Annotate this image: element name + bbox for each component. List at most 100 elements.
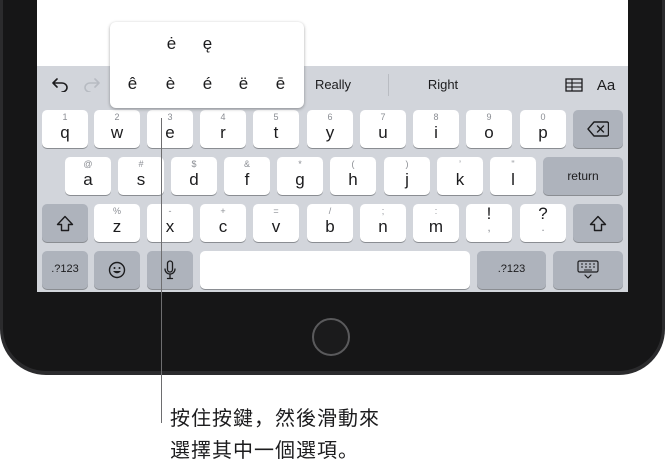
key-alt-label: 4 bbox=[220, 112, 226, 122]
key-alt-label: 6 bbox=[327, 112, 333, 122]
accent-option-e-ogonek[interactable]: ę bbox=[189, 34, 226, 54]
key-alt-label: % bbox=[112, 206, 121, 216]
key-alt-label: " bbox=[511, 159, 515, 169]
key-alt-label: 8 bbox=[433, 112, 439, 122]
key-label: a bbox=[83, 170, 93, 189]
accent-option-e-dot[interactable]: ė bbox=[153, 34, 190, 54]
key-label: v bbox=[271, 217, 281, 236]
key-label: q bbox=[60, 123, 70, 142]
table-icon[interactable] bbox=[563, 75, 585, 95]
key-p[interactable]: 0p bbox=[520, 110, 566, 148]
delete-key[interactable] bbox=[573, 110, 623, 148]
key-k[interactable]: ’ k bbox=[437, 157, 483, 195]
key-label: d bbox=[189, 170, 199, 189]
shift-key-left[interactable] bbox=[42, 204, 88, 242]
key-l[interactable]: " l bbox=[490, 157, 536, 195]
emoji-key[interactable] bbox=[94, 251, 140, 289]
key-label: . bbox=[541, 220, 545, 234]
key-c[interactable]: + c bbox=[200, 204, 246, 242]
key-label: b bbox=[325, 217, 335, 236]
key-a[interactable]: @ a bbox=[65, 157, 111, 195]
key-d[interactable]: $ d bbox=[171, 157, 217, 195]
suggestion-right[interactable]: Right bbox=[398, 77, 488, 92]
accent-option-e-grave[interactable]: è bbox=[152, 74, 189, 94]
key-label: c bbox=[218, 217, 228, 236]
key-alt-label: $ bbox=[191, 159, 197, 169]
shift-key-right[interactable] bbox=[573, 204, 623, 242]
key-n[interactable]: ; n bbox=[360, 204, 406, 242]
key-label: o bbox=[484, 123, 494, 142]
key-h[interactable]: (h bbox=[330, 157, 376, 195]
accent-options-popup: ė ę ê è é ë ē bbox=[110, 22, 304, 108]
key-label: k bbox=[455, 170, 465, 189]
return-label: return bbox=[567, 169, 599, 183]
key-label: t bbox=[273, 123, 279, 142]
callout-line-1: 按住按鍵，然後滑動來 bbox=[170, 406, 380, 430]
key-alt-label: @ bbox=[83, 159, 93, 169]
key-m[interactable]: :m bbox=[413, 204, 459, 242]
key-alt-label: - bbox=[168, 206, 172, 216]
redo-arrow-icon[interactable] bbox=[81, 75, 103, 95]
key-alt-label: 1 bbox=[62, 112, 68, 122]
key-label: i bbox=[434, 123, 438, 142]
key-b[interactable]: / b bbox=[307, 204, 353, 242]
shift-arrow-icon bbox=[42, 204, 88, 242]
return-key[interactable]: return bbox=[543, 157, 623, 195]
home-button[interactable] bbox=[312, 318, 350, 356]
callout-line bbox=[161, 118, 162, 423]
key-x[interactable]: -x bbox=[147, 204, 193, 242]
key-w[interactable]: 2w bbox=[94, 110, 140, 148]
key-q[interactable]: 1q bbox=[42, 110, 88, 148]
key-v[interactable]: = v bbox=[253, 204, 299, 242]
key-y[interactable]: 6y bbox=[307, 110, 353, 148]
hide-keyboard-key[interactable] bbox=[553, 251, 623, 289]
key-alt-label: 7 bbox=[380, 112, 386, 122]
key-g[interactable]: * g bbox=[277, 157, 323, 195]
key-s[interactable]: # s bbox=[118, 157, 164, 195]
key-label: f bbox=[244, 170, 250, 189]
key-o[interactable]: 9o bbox=[466, 110, 512, 148]
keyboard-dismiss-icon bbox=[553, 251, 623, 289]
key-alt-label: 5 bbox=[273, 112, 279, 122]
key-e[interactable]: 3e bbox=[147, 110, 193, 148]
key-comma[interactable]: !, bbox=[466, 204, 512, 242]
key-label: g bbox=[295, 170, 305, 189]
numbers-label: .?123 bbox=[497, 263, 526, 275]
microphone-icon bbox=[147, 251, 193, 289]
space-bar[interactable] bbox=[200, 251, 470, 289]
key-alt-label: : bbox=[434, 206, 438, 216]
key-label: p bbox=[538, 123, 548, 142]
key-label: r bbox=[220, 123, 226, 142]
key-alt-label: 2 bbox=[114, 112, 120, 122]
suggestion-divider bbox=[388, 74, 389, 96]
format-text-button[interactable]: Aa bbox=[594, 75, 618, 95]
key-u[interactable]: 7u bbox=[360, 110, 406, 148]
key-period[interactable]: ?. bbox=[520, 204, 566, 242]
key-label: x bbox=[165, 217, 175, 236]
accent-option-e-circumflex[interactable]: ê bbox=[114, 74, 151, 94]
key-label: z bbox=[112, 217, 122, 236]
undo-arrow-icon[interactable] bbox=[49, 75, 71, 95]
key-label: h bbox=[348, 170, 358, 189]
accent-option-e-acute[interactable]: é bbox=[189, 74, 226, 94]
numbers-key-right[interactable]: .?123 bbox=[477, 251, 546, 289]
key-label: , bbox=[487, 220, 491, 234]
key-i[interactable]: 8i bbox=[413, 110, 459, 148]
key-z[interactable]: % z bbox=[94, 204, 140, 242]
accent-option-e-diaeresis[interactable]: ë bbox=[225, 74, 262, 94]
key-label: m bbox=[428, 217, 444, 236]
key-f[interactable]: & f bbox=[224, 157, 270, 195]
key-label: w bbox=[110, 123, 124, 142]
accent-option-e-macron[interactable]: ē bbox=[262, 74, 299, 94]
key-alt-label: ; bbox=[381, 206, 385, 216]
key-j[interactable]: ) j bbox=[384, 157, 430, 195]
key-alt-label: + bbox=[220, 206, 226, 216]
key-alt-label: & bbox=[243, 159, 250, 169]
dictation-key[interactable] bbox=[147, 251, 193, 289]
key-label: e bbox=[165, 123, 175, 142]
key-t[interactable]: 5t bbox=[253, 110, 299, 148]
key-alt-label: = bbox=[273, 206, 279, 216]
key-alt-label: ( bbox=[351, 159, 355, 169]
key-r[interactable]: 4r bbox=[200, 110, 246, 148]
numbers-key-left[interactable]: .?123 bbox=[42, 251, 88, 289]
